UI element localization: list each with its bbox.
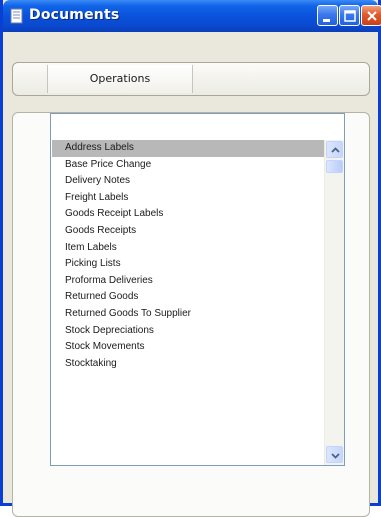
scroll-up-icon bbox=[331, 147, 340, 153]
maximize-button[interactable] bbox=[339, 5, 360, 26]
close-button[interactable] bbox=[361, 5, 381, 26]
list-item[interactable]: Item Labels bbox=[52, 240, 325, 257]
maximize-icon bbox=[344, 10, 356, 22]
list-item[interactable]: Address Labels bbox=[52, 140, 325, 157]
list-item[interactable]: Goods Receipt Labels bbox=[52, 206, 325, 223]
list-item[interactable]: Returned Goods To Supplier bbox=[52, 306, 325, 323]
list-item[interactable]: Picking Lists bbox=[52, 256, 325, 273]
scroll-thumb[interactable] bbox=[326, 160, 343, 173]
list-item[interactable]: Base Price Change bbox=[52, 157, 325, 174]
minimize-button[interactable] bbox=[317, 5, 338, 26]
scroll-down-icon bbox=[331, 453, 340, 459]
list-item[interactable]: Goods Receipts bbox=[52, 223, 325, 240]
documents-window: Documents Operations Address Labels Base … bbox=[0, 0, 381, 517]
documents-icon bbox=[10, 8, 23, 24]
scroll-down-button[interactable] bbox=[326, 446, 343, 463]
list-item[interactable]: Freight Labels bbox=[52, 190, 325, 207]
list-item[interactable]: Stock Depreciations bbox=[52, 323, 325, 340]
document-list-items: Address Labels Base Price Change Delivery … bbox=[52, 140, 325, 372]
close-icon bbox=[367, 11, 377, 21]
list-item[interactable]: Delivery Notes bbox=[52, 173, 325, 190]
tab-operations[interactable]: Operations bbox=[47, 65, 193, 93]
list-item[interactable]: Stock Movements bbox=[52, 339, 325, 356]
scroll-up-button[interactable] bbox=[326, 141, 343, 158]
vertical-scrollbar[interactable] bbox=[324, 140, 344, 465]
list-item[interactable]: Stocktaking bbox=[52, 356, 325, 373]
list-item[interactable]: Proforma Deliveries bbox=[52, 273, 325, 290]
title-bar[interactable]: Documents bbox=[3, 0, 381, 32]
minimize-icon bbox=[323, 19, 330, 22]
window-title: Documents bbox=[29, 7, 120, 23]
tab-bar: Operations bbox=[12, 62, 370, 96]
document-list[interactable]: Address Labels Base Price Change Delivery … bbox=[50, 113, 345, 466]
list-item[interactable]: Returned Goods bbox=[52, 289, 325, 306]
